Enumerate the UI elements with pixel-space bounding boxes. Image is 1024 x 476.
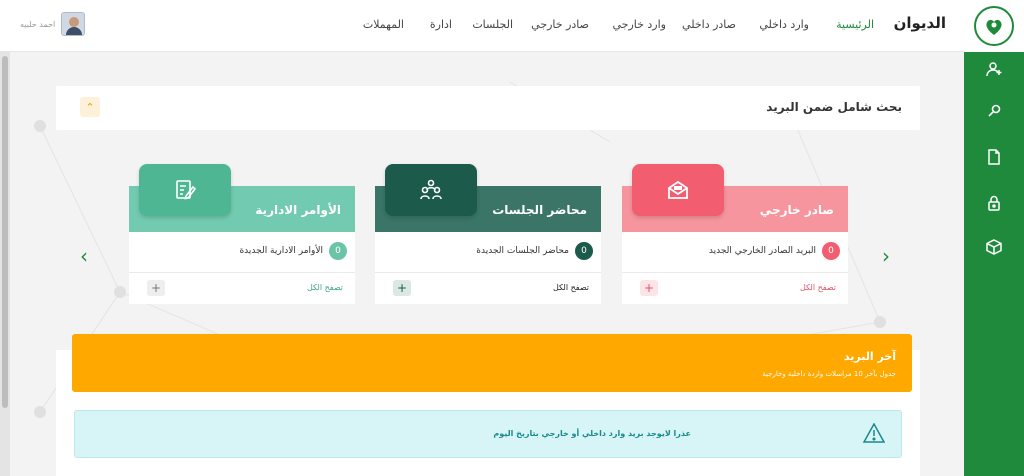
lock-icon[interactable] (964, 188, 1024, 218)
carousel-prev-icon[interactable]: ‹ (80, 244, 88, 268)
user-add-icon[interactable] (964, 54, 1024, 84)
view-all-link[interactable]: تصفح الكل (800, 283, 836, 292)
card-administrative-orders: الأوامر الادارية الأوامر الادارية الجديد… (129, 164, 355, 304)
view-all-link[interactable]: تصفح الكل (307, 283, 343, 292)
count-badge: 0 (329, 242, 347, 260)
envelope-icon (632, 164, 724, 216)
add-button[interactable]: + (393, 280, 411, 296)
nav-administration[interactable]: ادارة (430, 18, 452, 31)
page-scrollbar[interactable] (0, 52, 10, 476)
list-item[interactable]: الأوامر الادارية الجديدة 0 (239, 242, 347, 260)
divider (622, 272, 848, 273)
count-badge: 0 (575, 242, 593, 260)
nav-external-incoming[interactable]: وارد خارجي (612, 18, 666, 31)
list-item[interactable]: البريد الصادر الخارجي الجديد 0 (709, 242, 840, 260)
nav-external-outgoing[interactable]: صادر خارجي (531, 18, 589, 31)
top-navigation-bar: الديوان الرئيسية وارد داخلي صادر داخلي و… (0, 0, 964, 52)
latest-mail-subtitle: جدول بآخر 10 مراسلات واردة داخلية وخارجي… (762, 370, 896, 378)
list-item[interactable]: محاضر الجلسات الجديدة 0 (476, 242, 593, 260)
logo[interactable] (964, 0, 1024, 52)
nav-trash[interactable]: المهملات (363, 18, 404, 31)
view-all-link[interactable]: تصفح الكل (553, 283, 589, 292)
nav-internal-incoming[interactable]: وارد داخلي (759, 18, 809, 31)
card-title: الأوامر الادارية (255, 203, 341, 217)
card-external-outgoing: صادر خارجي البريد الصادر الخارجي الجديد … (622, 164, 848, 304)
sidebar (964, 0, 1024, 476)
people-icon (385, 164, 477, 216)
item-label: البريد الصادر الخارجي الجديد (708, 246, 816, 256)
alert-text: عذرا لايوجد بريد وارد داخلي أو خارجي بتا… (493, 429, 691, 438)
latest-mail-header: آخر البريد جدول بآخر 10 مراسلات واردة دا… (72, 334, 912, 392)
search-panel-title[interactable]: بحث شامل ضمن البريد (766, 100, 902, 114)
file-icon[interactable] (964, 142, 1024, 172)
card-title: محاضر الجلسات (492, 203, 587, 217)
logo-emblem (974, 6, 1014, 46)
nav-sessions[interactable]: الجلسات (472, 18, 513, 31)
brand-title: الديوان (893, 14, 946, 32)
count-badge: 0 (822, 242, 840, 260)
divider (129, 272, 355, 273)
card-title: صادر خارجي (759, 203, 834, 217)
search-key-icon[interactable] (964, 96, 1024, 126)
item-label: محاضر الجلسات الجديدة (476, 246, 569, 256)
add-button[interactable]: + (640, 280, 658, 296)
nav-home[interactable]: الرئيسية (836, 18, 874, 31)
avatar[interactable] (61, 12, 86, 36)
chevron-up-icon[interactable]: ⌃ (80, 97, 100, 117)
edit-document-icon (139, 164, 231, 216)
carousel-next-icon[interactable]: › (882, 244, 890, 268)
scrollbar-thumb[interactable] (2, 56, 8, 408)
empty-mail-alert: عذرا لايوجد بريد وارد داخلي أو خارجي بتا… (74, 410, 902, 458)
user-menu[interactable]: احمد حلبيه (20, 12, 86, 36)
card-session-minutes: محاضر الجلسات محاضر الجلسات الجديدة 0 تص… (375, 164, 601, 304)
search-panel: بحث شامل ضمن البريد ⌃ (56, 86, 920, 130)
item-label: الأوامر الادارية الجديدة (239, 246, 323, 256)
user-name: احمد حلبيه (20, 19, 56, 29)
add-button[interactable]: + (147, 280, 165, 296)
latest-mail-title: آخر البريد (843, 350, 896, 363)
nav-internal-outgoing[interactable]: صادر داخلي (682, 18, 736, 31)
box-icon[interactable] (964, 232, 1024, 262)
warning-icon (862, 422, 886, 447)
divider (375, 272, 601, 273)
